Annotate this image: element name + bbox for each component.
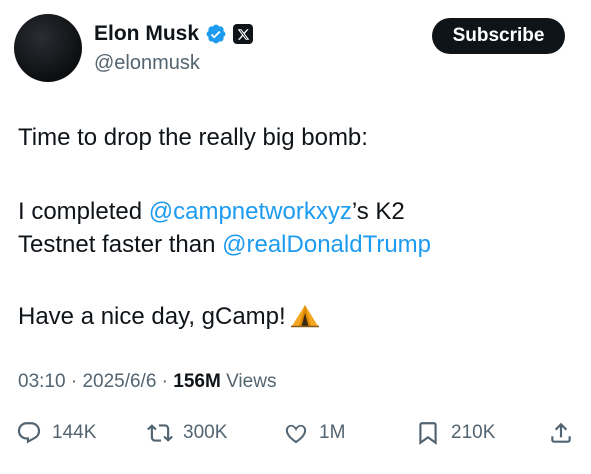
tweet-date[interactable]: 2025/6/6 — [82, 371, 156, 392]
x-logo-icon — [233, 24, 254, 44]
avatar[interactable] — [14, 14, 82, 82]
tweet-text: I completed — [18, 198, 149, 225]
repost-count: 300K — [183, 422, 228, 443]
tweet-text-line-4: Have a nice day, gCamp! — [18, 301, 320, 333]
tweet-text: Testnet faster than — [18, 231, 223, 258]
bookmark-button[interactable]: 210K — [415, 420, 495, 446]
tweet-text-line-1: Time to drop the really big bomb: — [18, 122, 368, 154]
views-count: 156M — [173, 371, 221, 392]
views-label: Views — [220, 371, 277, 392]
tweet-actions: 144K 300K 1M 210K — [0, 420, 591, 450]
reply-button[interactable]: 144K — [16, 420, 96, 446]
share-button[interactable] — [548, 420, 574, 446]
meta-separator: · — [156, 371, 174, 392]
author-display-name[interactable]: Elon Musk — [94, 22, 199, 46]
tweet-card: Elon Musk @elonmusk Subscribe Time to dr… — [0, 0, 591, 474]
subscribe-button[interactable]: Subscribe — [432, 18, 565, 54]
reply-count: 144K — [52, 422, 97, 443]
heart-icon — [285, 424, 307, 444]
mention-link[interactable]: @campnetworkxyz — [149, 198, 352, 225]
tent-icon — [290, 305, 319, 328]
tweet-text-line-2: I completed @campnetworkxyz’s K2 — [18, 196, 405, 228]
repost-button[interactable]: 300K — [147, 420, 227, 446]
tweet-meta: 03:10 · 2025/6/6 · 156M Views — [18, 371, 276, 393]
like-count: 1M — [319, 422, 346, 443]
mention-link[interactable]: @realDonaldTrump — [222, 231, 431, 258]
author-handle[interactable]: @elonmusk — [94, 52, 200, 75]
bookmark-icon — [419, 422, 437, 445]
tweet-text: Have a nice day, gCamp! — [18, 303, 286, 330]
repost-icon — [147, 424, 173, 442]
bookmark-count: 210K — [451, 422, 496, 443]
tweet-text: ’s K2 — [351, 198, 405, 225]
tweet-text: Time to drop the really big bomb: — [18, 124, 368, 151]
meta-separator: · — [65, 371, 83, 392]
like-button[interactable]: 1M — [283, 420, 345, 446]
tweet-text-line-3: Testnet faster than @realDonaldTrump — [18, 229, 431, 261]
verified-badge-icon — [206, 24, 226, 44]
reply-icon — [17, 422, 41, 444]
author-name-row: Elon Musk — [94, 22, 254, 46]
share-icon — [551, 422, 571, 443]
tweet-time[interactable]: 03:10 — [18, 371, 66, 392]
